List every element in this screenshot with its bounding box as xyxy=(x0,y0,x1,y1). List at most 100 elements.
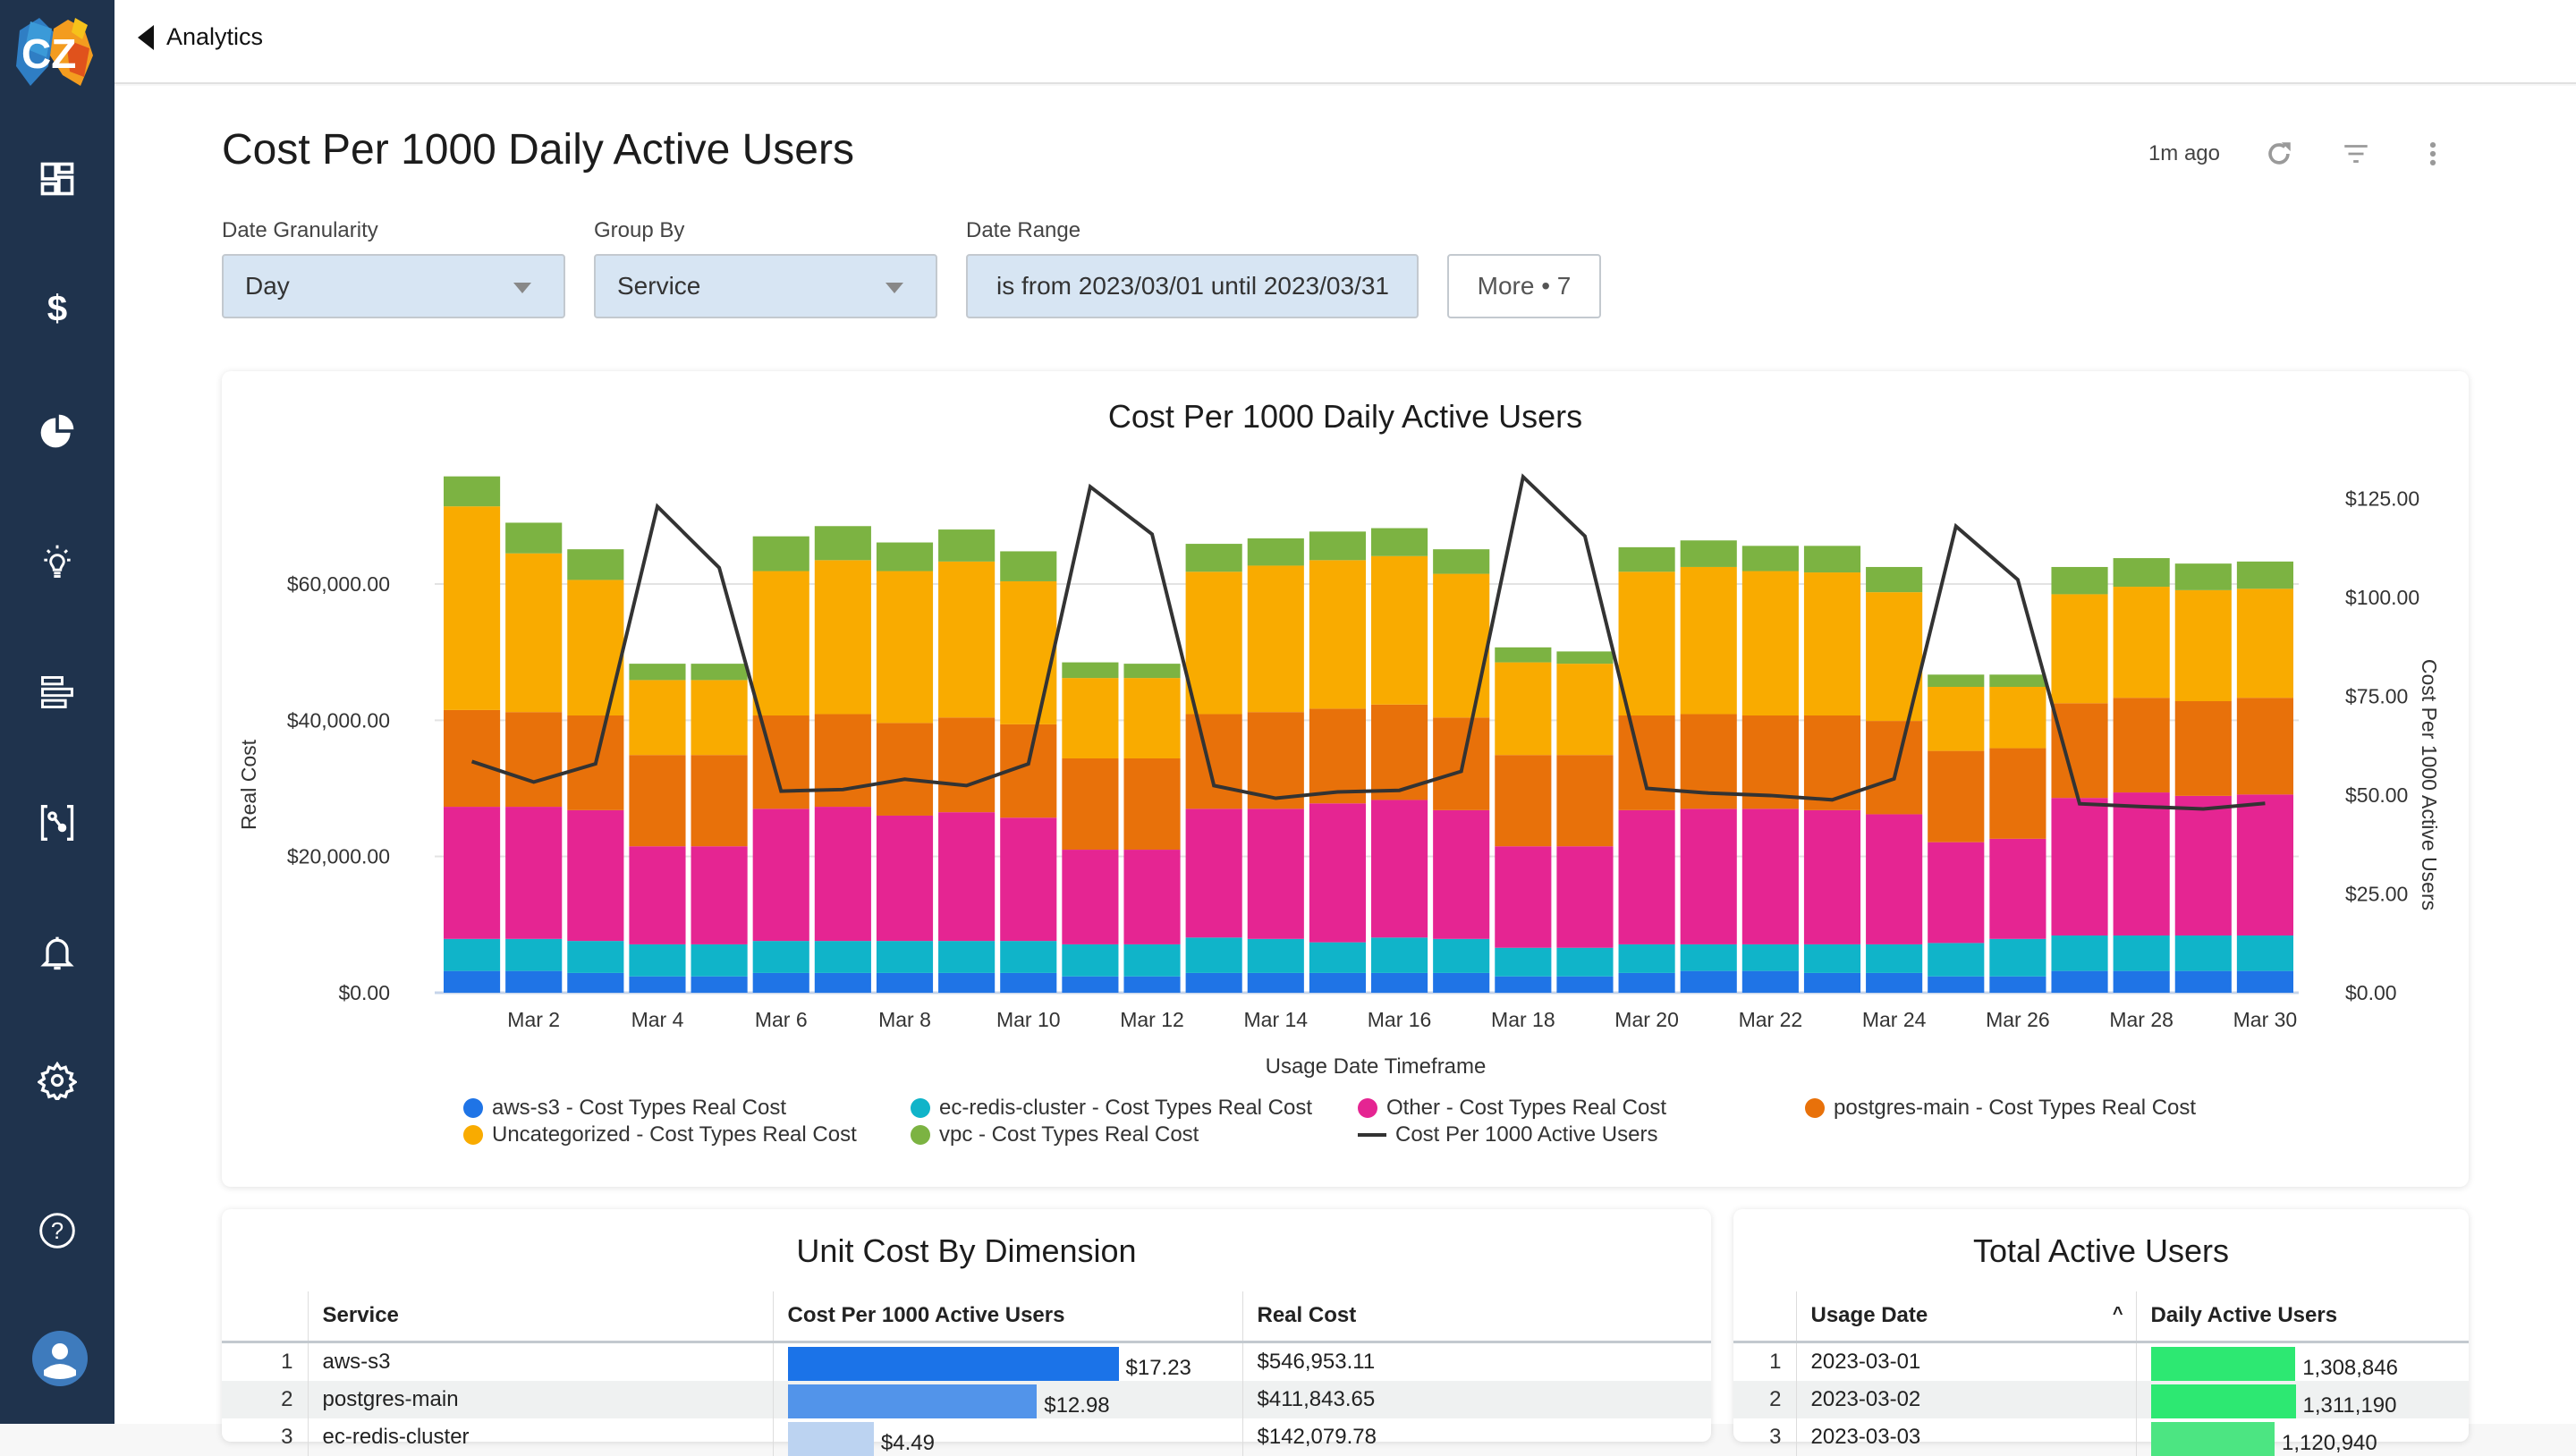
bar-segment xyxy=(938,941,995,973)
cost-per-1000-value: $12.98 xyxy=(1044,1393,1109,1418)
table-row[interactable]: 2 postgres-main $12.98 $411,843.65 xyxy=(222,1381,1711,1418)
gear-icon xyxy=(38,1061,77,1100)
bar-segment xyxy=(938,562,995,717)
sidebar-item-alerts[interactable] xyxy=(29,925,86,982)
bar-segment xyxy=(444,939,500,971)
active-users-card: Total Active Users Usage Date ^ Daily Ac… xyxy=(1733,1209,2469,1442)
bar-segment xyxy=(1989,977,2046,993)
lightbulb-icon xyxy=(38,542,77,581)
bar-segment xyxy=(2114,935,2170,971)
bar-segment xyxy=(1866,973,1922,993)
cz-logo[interactable]: CZ xyxy=(13,13,98,93)
more-filters-button[interactable]: More • 7 xyxy=(1447,254,1601,318)
back-to-analytics-link[interactable]: Analytics xyxy=(138,23,263,51)
bar-segment xyxy=(1866,944,1922,973)
x-tick-label: Mar 26 xyxy=(1986,1008,2050,1031)
bar-segment xyxy=(877,543,933,571)
bar-segment xyxy=(1000,551,1056,581)
legend-dot-swatch-icon xyxy=(463,1098,483,1118)
page-title: Cost Per 1000 Daily Active Users xyxy=(222,125,854,174)
group-by-select[interactable]: Service xyxy=(594,254,937,318)
legend-item[interactable]: postgres-main - Cost Types Real Cost xyxy=(1805,1096,2196,1121)
bar-segment xyxy=(2175,796,2232,935)
bar-segment xyxy=(1433,574,1489,718)
bar-segment xyxy=(1681,540,1737,567)
bar-segment xyxy=(877,723,933,816)
refresh-button[interactable] xyxy=(2261,136,2297,172)
sidebar-item-reports[interactable] xyxy=(29,402,86,460)
table-row[interactable]: 2 2023-03-02 1,311,190 xyxy=(1733,1381,2469,1418)
bar-segment xyxy=(1371,800,1428,937)
bar-segment xyxy=(2237,698,2293,794)
legend-item[interactable]: Uncategorized - Cost Types Real Cost xyxy=(463,1122,857,1147)
real-cost-cell: $411,843.65 xyxy=(1242,1381,1711,1418)
sidebar-item-insights[interactable] xyxy=(29,533,86,590)
legend-label: postgres-main - Cost Types Real Cost xyxy=(1834,1096,2196,1121)
column-header-daily-active-users[interactable]: Daily Active Users xyxy=(2136,1291,2469,1342)
sort-ascending-icon[interactable]: ^ xyxy=(2113,1304,2123,1325)
bar-segment xyxy=(1866,814,1922,944)
bar-segment xyxy=(2114,698,2170,792)
bar-segment xyxy=(1681,808,1737,944)
legend-item[interactable]: Other - Cost Types Real Cost xyxy=(1358,1096,1666,1121)
legend-item[interactable]: Cost Per 1000 Active Users xyxy=(1358,1122,1657,1147)
real-cost-cell: $546,953.11 xyxy=(1242,1342,1711,1381)
usage-date-cell: 2023-03-02 xyxy=(1796,1381,2136,1418)
bar-segment xyxy=(2175,971,2232,993)
sidebar-item-unit-metrics[interactable] xyxy=(29,794,86,851)
cost-per-1000-value: $17.23 xyxy=(1126,1356,1191,1381)
bar-segment xyxy=(1309,943,1366,973)
bar-segment xyxy=(2051,567,2107,594)
bar-segment xyxy=(567,973,623,993)
legend-item[interactable]: ec-redis-cluster - Cost Types Real Cost xyxy=(911,1096,1312,1121)
date-granularity-select[interactable]: Day xyxy=(222,254,565,318)
user-avatar[interactable] xyxy=(32,1331,88,1386)
sidebar-item-help[interactable]: ? xyxy=(29,1202,86,1259)
bar-segment xyxy=(1433,939,1489,973)
bar-segment xyxy=(1433,810,1489,939)
bar-segment xyxy=(629,944,685,977)
sidebar-item-dashboards[interactable] xyxy=(29,150,86,207)
bar-segment xyxy=(567,549,623,580)
bar-segment xyxy=(1248,808,1304,938)
column-header-real-cost[interactable]: Real Cost xyxy=(1242,1291,1711,1342)
bar-segment xyxy=(753,973,809,993)
daily-active-users-value: 1,120,940 xyxy=(2282,1431,2377,1456)
bar-segment xyxy=(1681,567,1737,715)
column-header-usage-date[interactable]: Usage Date ^ xyxy=(1796,1291,2136,1342)
table-row[interactable]: 1 2023-03-01 1,308,846 xyxy=(1733,1342,2469,1381)
bar-segment xyxy=(877,973,933,993)
sidebar-item-costs[interactable]: $ xyxy=(29,279,86,336)
bar-segment xyxy=(2051,798,2107,935)
legend-item[interactable]: aws-s3 - Cost Types Real Cost xyxy=(463,1096,786,1121)
sidebar-item-allocation[interactable] xyxy=(29,664,86,721)
x-tick-label: Mar 8 xyxy=(878,1008,931,1031)
x-tick-label: Mar 30 xyxy=(2233,1008,2298,1031)
bar-segment xyxy=(1186,544,1242,571)
bar-segment xyxy=(444,710,500,807)
bar-segment xyxy=(1371,937,1428,973)
bar-segment xyxy=(1928,751,1984,842)
x-tick-label: Mar 12 xyxy=(1120,1008,1184,1031)
svg-text:?: ? xyxy=(51,1219,64,1244)
service-cell: aws-s3 xyxy=(308,1342,773,1381)
bar-segment xyxy=(691,664,748,680)
daily-active-users-value: 1,311,190 xyxy=(2303,1393,2397,1418)
legend-item[interactable]: vpc - Cost Types Real Cost xyxy=(911,1122,1199,1147)
y2-tick-label: $75.00 xyxy=(2345,685,2408,708)
bar-segment xyxy=(815,714,871,807)
filter-button[interactable] xyxy=(2338,136,2374,172)
bar-segment xyxy=(1742,971,1799,993)
date-range-filter[interactable]: is from 2023/03/01 until 2023/03/31 xyxy=(966,254,1419,318)
more-options-button[interactable] xyxy=(2415,136,2451,172)
bar-segment xyxy=(567,941,623,973)
bar-segment xyxy=(567,810,623,941)
column-header-cost-per-1000[interactable]: Cost Per 1000 Active Users xyxy=(773,1291,1242,1342)
daily-active-users-value: 1,308,846 xyxy=(2302,1356,2398,1381)
table-row[interactable]: 1 aws-s3 $17.23 $546,953.11 xyxy=(222,1342,1711,1381)
bar-segment xyxy=(2175,701,2232,796)
x-tick-label: Mar 24 xyxy=(1862,1008,1927,1031)
column-header-service[interactable]: Service xyxy=(308,1291,773,1342)
unit-cost-card: Unit Cost By Dimension Service Cost Per … xyxy=(222,1209,1711,1442)
sidebar-item-settings[interactable] xyxy=(29,1052,86,1109)
